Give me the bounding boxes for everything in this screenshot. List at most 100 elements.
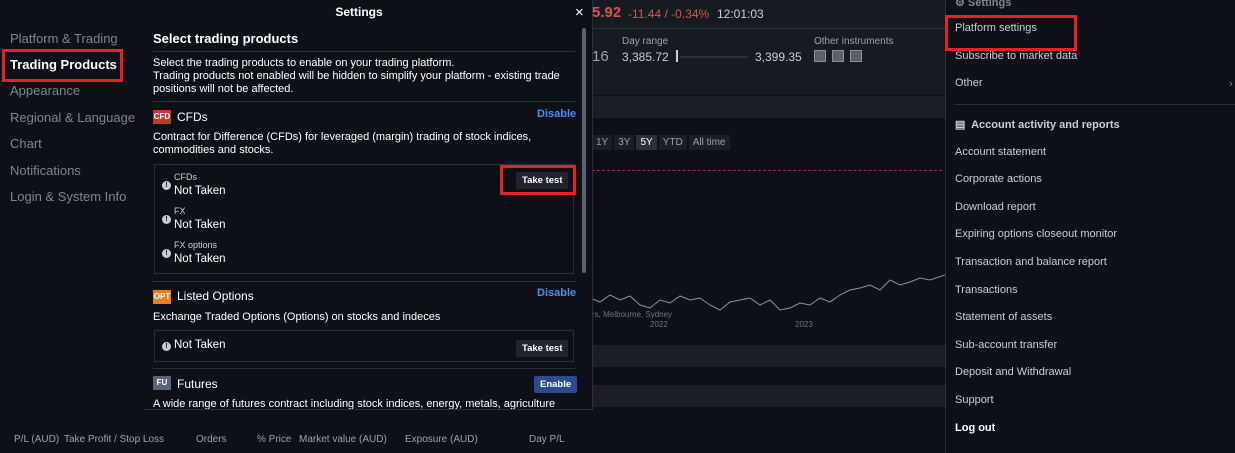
menu-sub-account-transfer[interactable]: Sub-account transfer bbox=[955, 339, 1057, 351]
chevron-right-icon: › bbox=[1229, 78, 1233, 90]
divider bbox=[590, 28, 945, 29]
futures-icon: FU bbox=[153, 376, 171, 390]
menu-transactions[interactable]: Transactions bbox=[955, 284, 1018, 296]
chart-note: rs, Melbourne, Sydney bbox=[592, 310, 673, 319]
divider bbox=[153, 101, 575, 102]
menu-account-statement[interactable]: Account statement bbox=[955, 146, 1046, 158]
period-5y[interactable]: 5Y bbox=[636, 135, 657, 150]
divider bbox=[153, 368, 575, 369]
price-chart-line bbox=[590, 274, 945, 311]
menu-support[interactable]: Support bbox=[955, 394, 994, 406]
take-test-options-button[interactable]: Take test bbox=[516, 340, 569, 357]
test-status: Not Taken bbox=[174, 219, 226, 231]
period-3y[interactable]: 3Y bbox=[614, 135, 635, 150]
disable-cfds-button[interactable]: Disable bbox=[537, 108, 576, 120]
product-description-listed-options: Exchange Traded Options (Options) on sto… bbox=[153, 311, 441, 323]
options-icon: OPT bbox=[153, 290, 171, 304]
test-label: FX options bbox=[174, 240, 218, 250]
column-header[interactable]: Orders bbox=[196, 434, 227, 445]
nav-login-system-info[interactable]: Login & System Info bbox=[10, 189, 126, 204]
period-1y[interactable]: 1Y bbox=[592, 135, 613, 150]
positions-grid-header: P/L (AUD) Take Profit / Stop Loss Orders… bbox=[0, 430, 945, 453]
enable-futures-button[interactable]: Enable bbox=[534, 376, 578, 393]
test-label: FX bbox=[174, 206, 186, 216]
last-price: 5.92 bbox=[592, 4, 622, 21]
day-range-marker bbox=[676, 50, 678, 62]
highlight-box bbox=[945, 15, 1077, 51]
nav-regional-language[interactable]: Regional & Language bbox=[10, 110, 135, 125]
info-icon: ! bbox=[162, 249, 171, 258]
highlight-box bbox=[2, 49, 123, 82]
menu-transaction-balance-report[interactable]: Transaction and balance report bbox=[955, 256, 1107, 268]
info-icon: ! bbox=[162, 215, 171, 224]
period-selector: 1Y 3Y 5Y YTD All time bbox=[592, 135, 730, 150]
highlight-box bbox=[500, 165, 576, 195]
column-header[interactable]: Market value (AUD) bbox=[299, 434, 387, 445]
cfd-icon: CFD bbox=[153, 110, 171, 124]
test-label: CFDs bbox=[174, 172, 197, 182]
info-icon: ! bbox=[162, 342, 171, 351]
test-status: Not Taken bbox=[174, 339, 226, 351]
menu-header-label: Settings bbox=[967, 0, 1012, 9]
year-label: 2023 bbox=[795, 320, 813, 329]
product-name-cfds: CFDs bbox=[177, 110, 208, 124]
description-line: Select the trading products to enable on… bbox=[153, 57, 455, 69]
product-name-futures: Futures bbox=[177, 377, 218, 391]
section-header-label: Account activity and reports bbox=[971, 119, 1120, 131]
menu-logout[interactable]: Log out bbox=[955, 422, 995, 434]
account-menu-panel: ⚙ Settings Platform settings Subscribe t… bbox=[945, 0, 1235, 453]
column-header[interactable]: Exposure (AUD) bbox=[405, 434, 478, 445]
chart-toolbar bbox=[590, 96, 945, 118]
other-instruments-label: Other instruments bbox=[814, 36, 894, 47]
column-header[interactable]: P/L (AUD) bbox=[14, 434, 59, 445]
day-range-track bbox=[680, 56, 748, 58]
menu-expiring-options-monitor[interactable]: Expiring options closeout monitor bbox=[955, 228, 1117, 240]
year-label: 2022 bbox=[650, 320, 668, 329]
disable-listed-options-button[interactable]: Disable bbox=[537, 287, 576, 299]
column-header[interactable]: Take Profit / Stop Loss bbox=[64, 434, 164, 445]
divider bbox=[153, 51, 575, 52]
dialog-scrollbar[interactable] bbox=[582, 28, 586, 273]
nav-chart[interactable]: Chart bbox=[10, 136, 42, 151]
nav-platform-trading[interactable]: Platform & Trading bbox=[10, 31, 118, 46]
nav-notifications[interactable]: Notifications bbox=[10, 163, 81, 178]
info-icon: ! bbox=[162, 181, 171, 190]
section-title: Select trading products bbox=[153, 31, 299, 46]
quote-time: 12:01:03 bbox=[717, 7, 764, 21]
instrument-icon[interactable] bbox=[850, 50, 862, 62]
menu-statement-of-assets[interactable]: Statement of assets bbox=[955, 311, 1052, 323]
menu-deposit-withdrawal[interactable]: Deposit and Withdrawal bbox=[955, 366, 1071, 378]
price-change: -11.44 / -0.34% bbox=[628, 7, 710, 21]
menu-other[interactable]: Other bbox=[955, 77, 983, 89]
panel-strip bbox=[590, 345, 945, 367]
menu-section-account-activity: ▤ Account activity and reports bbox=[955, 119, 1120, 131]
description-line: Trading products not enabled will be hid… bbox=[153, 70, 560, 95]
instrument-icon[interactable] bbox=[814, 50, 826, 62]
column-header[interactable]: % Price bbox=[257, 434, 291, 445]
product-name-listed-options: Listed Options bbox=[177, 289, 254, 303]
day-range-label: Day range bbox=[622, 36, 669, 47]
period-ytd[interactable]: YTD bbox=[658, 135, 687, 150]
nav-appearance[interactable]: Appearance bbox=[10, 83, 80, 98]
settings-dialog: Settings × Select trading products Selec… bbox=[145, 0, 593, 410]
menu-download-report[interactable]: Download report bbox=[955, 201, 1036, 213]
day-range-low: 3,385.72 bbox=[622, 50, 669, 64]
other-instruments-icons bbox=[814, 50, 862, 62]
dialog-title: Settings bbox=[335, 5, 383, 19]
divider bbox=[955, 104, 1235, 105]
test-status: Not Taken bbox=[174, 253, 226, 265]
day-range-high: 3,399.35 bbox=[755, 50, 802, 64]
menu-subscribe-market-data[interactable]: Subscribe to market data bbox=[955, 50, 1077, 62]
product-description-cfds: Contract for Difference (CFDs) for lever… bbox=[153, 131, 532, 156]
product-description-futures: A wide range of futures contract includi… bbox=[153, 398, 556, 409]
menu-corporate-actions[interactable]: Corporate actions bbox=[955, 173, 1042, 185]
menu-header-settings: ⚙ Settings bbox=[955, 0, 1011, 9]
instrument-icon[interactable] bbox=[832, 50, 844, 62]
app-root: 5.92 -11.44 / -0.34% 12:01:03 16 Day ran… bbox=[0, 0, 1235, 453]
test-status: Not Taken bbox=[174, 185, 226, 197]
section-description: Select the trading products to enable on… bbox=[153, 57, 578, 96]
column-header[interactable]: Day P/L bbox=[529, 434, 565, 445]
period-all-time[interactable]: All time bbox=[688, 135, 730, 150]
divider bbox=[153, 281, 575, 282]
close-icon[interactable]: × bbox=[575, 4, 584, 21]
